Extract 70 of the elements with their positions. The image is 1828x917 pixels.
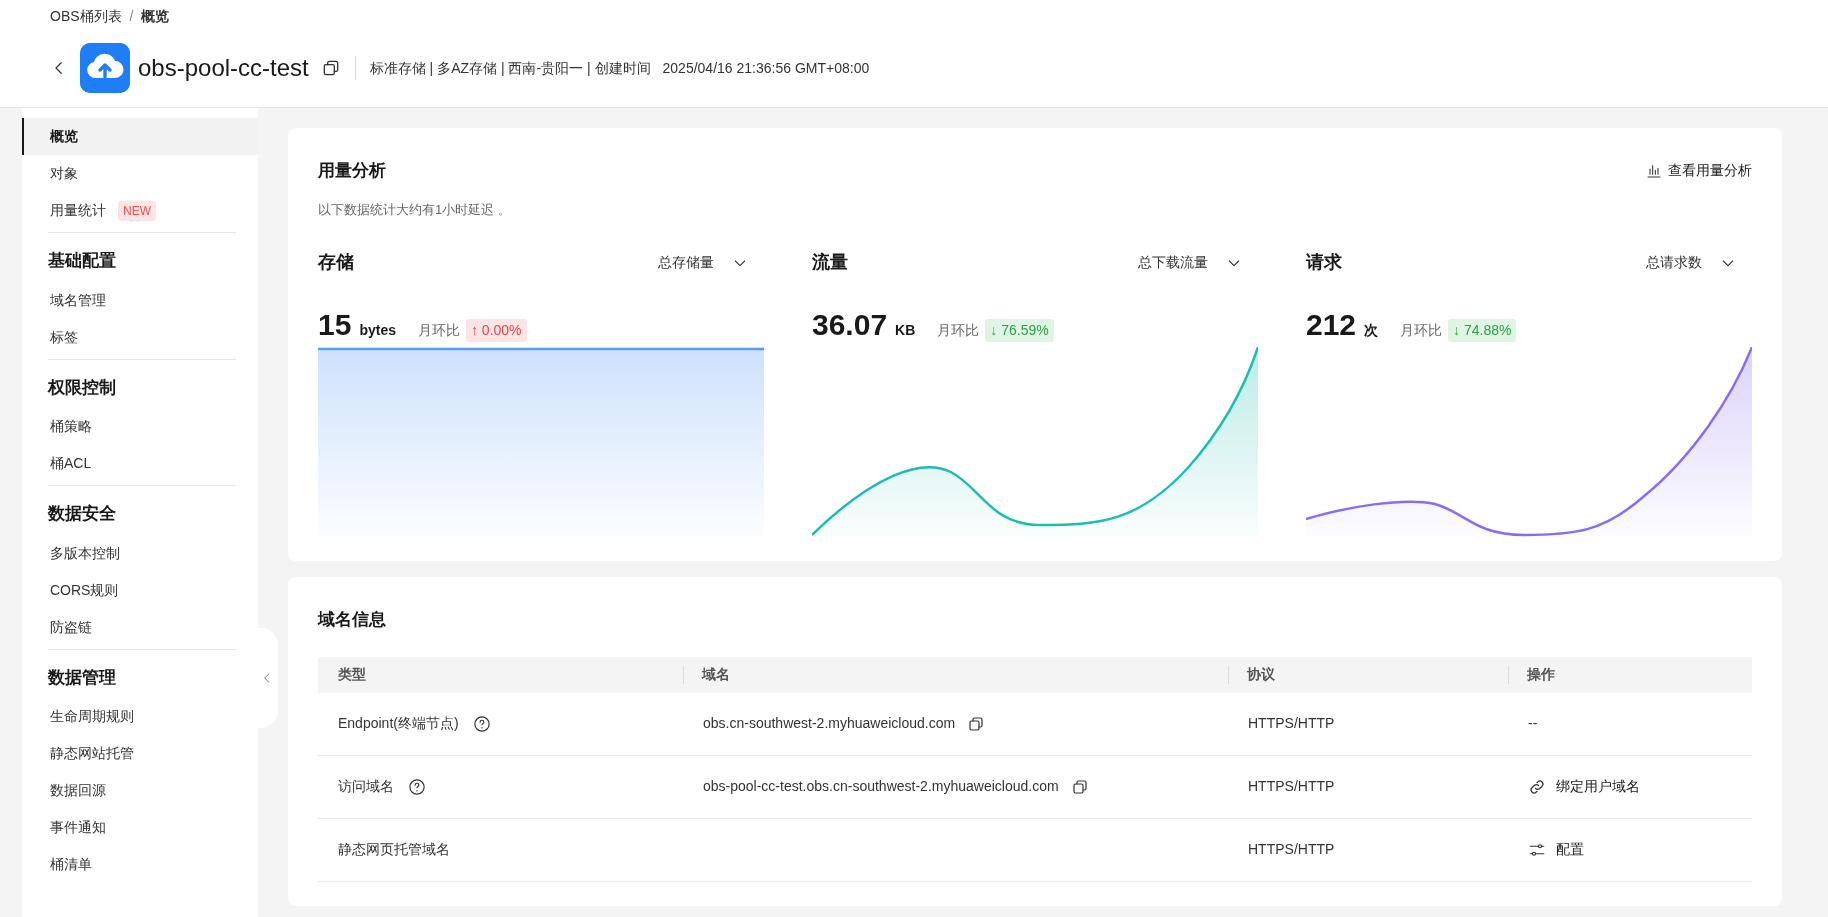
breadcrumb-current: 概览 bbox=[141, 7, 170, 26]
section-title: 域名信息 bbox=[318, 609, 387, 631]
copy-icon[interactable] bbox=[1070, 777, 1089, 796]
metric-title: 请求 bbox=[1306, 251, 1342, 274]
comparison-label: 月环比 bbox=[937, 321, 980, 340]
table-cell-text: 访问域名 bbox=[338, 777, 394, 796]
table-cell-text: obs-pool-cc-test.obs.cn-southwest-2.myhuaweicloud.com bbox=[703, 777, 1059, 796]
change-tag: ↓ 76.59% bbox=[985, 319, 1054, 342]
table-cell-text: HTTPS/HTTP bbox=[1248, 777, 1335, 796]
column-header: 类型 bbox=[338, 665, 366, 684]
sidebar-section-title: 基础配置 bbox=[47, 250, 117, 272]
metric-dropdown[interactable]: 总存储量 bbox=[658, 252, 748, 273]
new-badge: NEW bbox=[118, 200, 156, 221]
metric-unit: bytes bbox=[359, 321, 396, 340]
bucket-title: obs-pool-cc-test bbox=[138, 53, 309, 83]
sidebar-item[interactable]: 生命周期规则 bbox=[22, 698, 258, 735]
table-cell-text: Endpoint(终端节点) bbox=[338, 714, 459, 733]
metric-value: 212 bbox=[1306, 307, 1357, 343]
comparison-label: 月环比 bbox=[417, 321, 460, 340]
metric-title: 流量 bbox=[812, 251, 848, 274]
metric-dropdown[interactable]: 总下载流量 bbox=[1138, 252, 1242, 273]
sidebar-item[interactable]: 桶ACL bbox=[22, 445, 258, 482]
bind-domain-link[interactable]: 绑定用户域名 bbox=[1528, 776, 1640, 797]
sidebar-item[interactable]: 对象 bbox=[22, 155, 258, 192]
metric-unit: 次 bbox=[1364, 321, 1379, 340]
breadcrumb-link[interactable]: OBS桶列表 bbox=[50, 6, 122, 27]
help-icon[interactable] bbox=[472, 714, 491, 733]
sidebar-item[interactable]: 静态网站托管 bbox=[22, 735, 258, 772]
column-header: 域名 bbox=[702, 665, 730, 684]
sidebar-item-label[interactable]: 用量统计 bbox=[50, 200, 106, 221]
sidebar-item[interactable]: CORS规则 bbox=[22, 571, 258, 609]
sidebar-item[interactable]: 数据回源 bbox=[22, 772, 258, 809]
usage-note: 以下数据统计大约有1小时延迟 。 bbox=[318, 200, 512, 219]
section-title: 用量分析 bbox=[318, 160, 386, 182]
column-header: 操作 bbox=[1527, 665, 1555, 684]
help-icon[interactable] bbox=[408, 777, 426, 796]
table-cell-text: -- bbox=[1528, 714, 1538, 733]
bucket-properties: 标准存储 | 多AZ存储 | 西南-贵阳一 | 创建时间 bbox=[369, 58, 651, 78]
sidebar-item[interactable]: 概览 bbox=[22, 118, 258, 155]
table-cell-text: 静态网页托管域名 bbox=[338, 840, 450, 859]
bar-chart-icon bbox=[1646, 162, 1662, 179]
cloud-upload-logo-icon bbox=[80, 43, 130, 93]
change-tag: ↓ 74.88% bbox=[1448, 319, 1517, 342]
breadcrumb-separator: / bbox=[129, 7, 134, 26]
table-cell-text: HTTPS/HTTP bbox=[1248, 840, 1335, 859]
sidebar-item[interactable]: 桶清单 bbox=[22, 846, 258, 883]
table-cell-text: obs.cn-southwest-2.myhuaweicloud.com bbox=[703, 714, 956, 733]
column-header: 协议 bbox=[1247, 665, 1275, 684]
sidebar-item[interactable]: 桶策略 bbox=[22, 408, 258, 445]
table-cell-text: HTTPS/HTTP bbox=[1248, 714, 1335, 733]
metric-unit: KB bbox=[895, 321, 916, 340]
metric-dropdown[interactable]: 总请求数 bbox=[1646, 252, 1736, 273]
configure-link[interactable]: 配置 bbox=[1528, 839, 1584, 860]
copy-icon[interactable] bbox=[967, 714, 986, 733]
sidebar-item[interactable]: 标签 bbox=[22, 318, 258, 356]
sidebar-item[interactable]: 防盗链 bbox=[22, 608, 258, 646]
sidebar-section-title: 数据管理 bbox=[47, 666, 117, 689]
sidebar-section-title: 数据安全 bbox=[47, 503, 117, 525]
change-tag: ↑ 0.00% bbox=[465, 319, 527, 342]
metric-value: 15 bbox=[318, 307, 352, 343]
creation-time: 2025/04/16 21:36:56 GMT+08:00 bbox=[662, 58, 870, 78]
view-usage-link[interactable]: 查看用量分析 bbox=[1646, 160, 1752, 182]
metric-value: 36.07 bbox=[812, 307, 888, 343]
sidebar-section-title: 权限控制 bbox=[46, 376, 117, 399]
sidebar-item[interactable]: 事件通知 bbox=[22, 809, 258, 846]
link-icon bbox=[1528, 777, 1546, 796]
sidebar-item[interactable]: 域名管理 bbox=[22, 281, 258, 319]
sidebar-item[interactable]: 多版本控制 bbox=[22, 534, 258, 572]
metric-title: 存储 bbox=[318, 251, 354, 274]
comparison-label: 月环比 bbox=[1400, 321, 1443, 340]
